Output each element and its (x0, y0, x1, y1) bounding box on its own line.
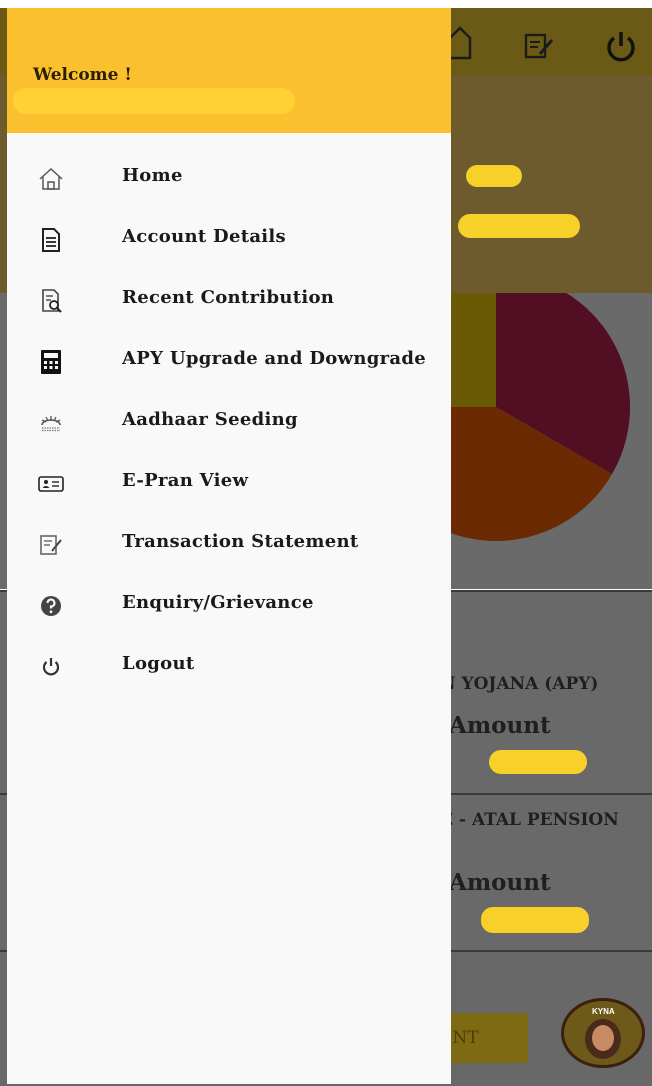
chatbot-avatar[interactable]: KYNA (561, 998, 645, 1068)
drawer-header: Welcome ! (7, 8, 451, 133)
scheme-title: N YOJANA (APY) (440, 674, 599, 694)
edit-note-icon (40, 535, 62, 555)
avatar-label: KYNA (592, 1007, 615, 1016)
redacted-user-name (13, 88, 295, 114)
calculator-icon (41, 350, 61, 374)
menu-label: Recent Contribution (122, 287, 335, 308)
document-icon (42, 228, 60, 252)
menu-item-aadhaar-seeding[interactable]: Aadhaar Seeding (7, 393, 451, 451)
menu-label: Logout (122, 653, 195, 674)
menu-item-e-pran-view[interactable]: E-Pran View (7, 454, 451, 512)
document-search-icon (42, 289, 62, 313)
menu-label: Aadhaar Seeding (122, 409, 298, 430)
edit-note-icon[interactable] (524, 32, 554, 62)
menu-label: Transaction Statement (122, 531, 359, 552)
redacted-amount (481, 907, 589, 933)
menu-item-transaction-statement[interactable]: Transaction Statement (7, 515, 451, 573)
avatar-face (592, 1025, 614, 1051)
power-icon (42, 658, 60, 676)
id-card-icon (38, 476, 64, 492)
navigation-drawer: Welcome ! Home Account Details Recent Co… (7, 8, 451, 1084)
home-icon[interactable] (450, 26, 472, 60)
scheme-title: E - ATAL PENSION (440, 810, 619, 830)
menu-item-account-details[interactable]: Account Details (7, 210, 451, 268)
aadhaar-icon (41, 416, 61, 432)
menu-item-recent-contribution[interactable]: Recent Contribution (7, 271, 451, 329)
redacted-amount (489, 750, 587, 774)
amount-label: Amount (449, 712, 551, 739)
menu-item-logout[interactable]: Logout (7, 637, 451, 695)
menu-label: Enquiry/Grievance (122, 592, 314, 613)
menu-item-enquiry-grievance[interactable]: Enquiry/Grievance (7, 576, 451, 634)
menu-label: Home (122, 165, 183, 186)
menu-label: APY Upgrade and Downgrade (122, 348, 427, 369)
menu-label: E-Pran View (122, 470, 249, 491)
welcome-text: Welcome ! (33, 65, 132, 85)
amount-label: Amount (449, 869, 551, 896)
menu-item-apy-upgrade-downgrade[interactable]: APY Upgrade and Downgrade (7, 332, 451, 390)
power-icon[interactable] (605, 30, 637, 62)
home-icon (39, 167, 63, 190)
help-icon (41, 596, 61, 616)
menu-item-home[interactable]: Home (7, 149, 451, 207)
redacted-name (466, 165, 522, 187)
redacted-pran (458, 214, 580, 238)
menu-label: Account Details (122, 226, 286, 247)
